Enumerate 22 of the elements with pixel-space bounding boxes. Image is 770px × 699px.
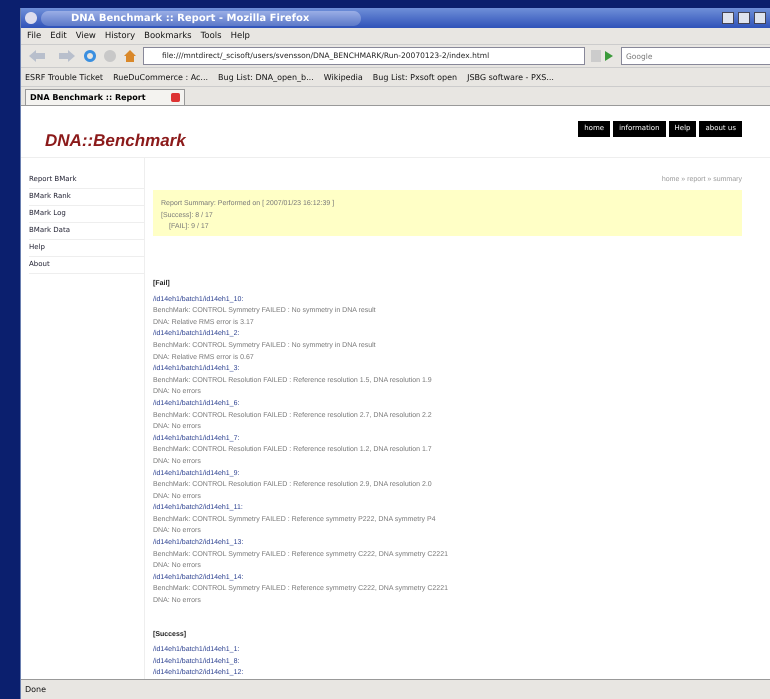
home-icon[interactable] [123,49,137,63]
go-icon[interactable] [591,49,615,63]
menu-item[interactable]: View [76,31,96,41]
window-menu-icon[interactable] [25,12,37,24]
bookmark[interactable]: Wikipedia [324,72,363,82]
bookmark[interactable]: JSBG software - PXS... [467,72,554,82]
site-logo: DNA::Benchmark [45,131,186,152]
close-tab-icon[interactable] [171,93,180,102]
status-text: Done [21,679,770,699]
bookmark[interactable]: Bug List: DNA_open_b... [218,72,314,82]
menu-item[interactable]: Edit [50,31,67,41]
menu-item[interactable]: Tools [200,31,222,41]
menu-item[interactable]: File [27,31,42,41]
menu-item[interactable]: History [104,31,136,41]
browser-tab[interactable]: DNA Benchmark :: Report [25,89,185,105]
bookmark[interactable]: Bug List: Pxsoft open [372,72,458,82]
reload-icon[interactable] [83,49,97,63]
bookmark[interactable]: ESRF Trouble Ticket [25,72,104,82]
bookmark[interactable]: RueDuCommerce : Ac... [113,72,208,82]
window-title: DNA Benchmark :: Report - Mozilla Firefox [41,10,361,26]
menu-item[interactable]: Bookmarks [144,31,192,41]
menu-item[interactable]: Help [230,31,250,41]
